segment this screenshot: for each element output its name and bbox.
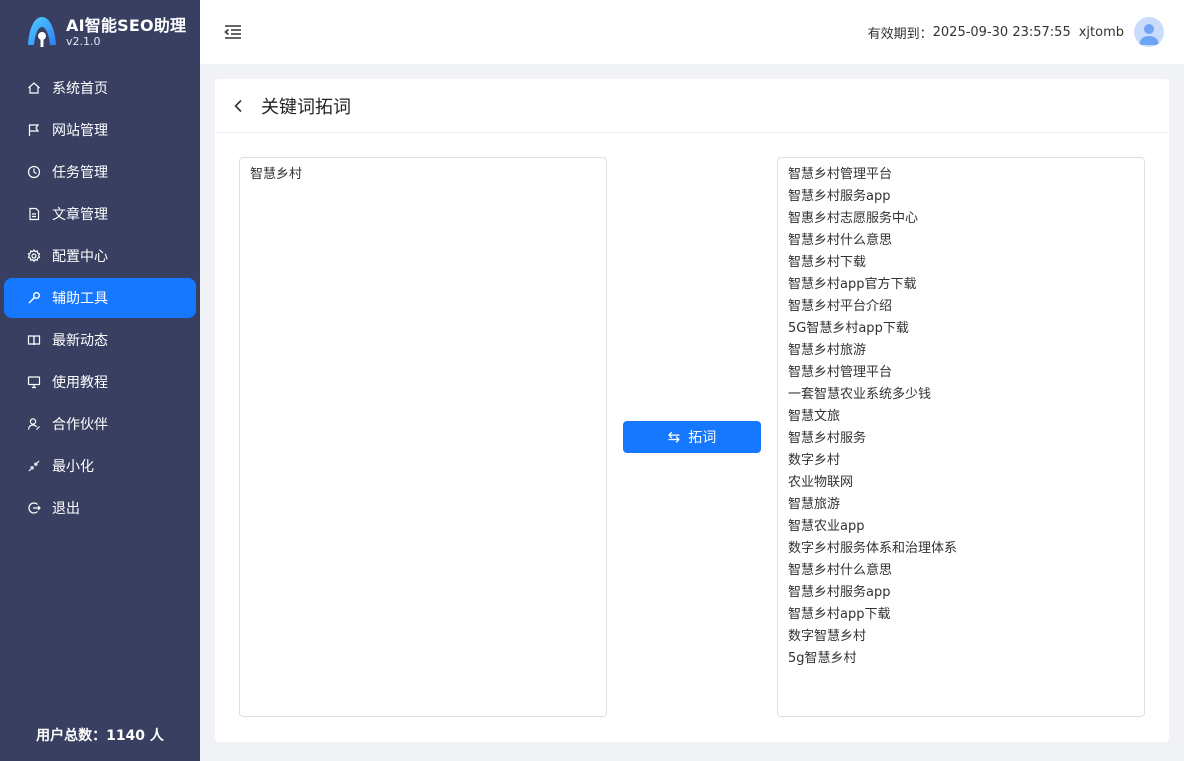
results-textarea[interactable]: 智慧乡村管理平台 智慧乡村服务app 智惠乡村志愿服务中心 智慧乡村什么意思 智慧乡村下… [777,157,1145,717]
input-text: 智慧乡村 [250,167,303,182]
result-keyword-line: 智慧乡村管理平台 [788,365,893,380]
sidebar-item-sites[interactable]: 网站管理 [4,110,196,150]
user-avatar-icon [1139,24,1159,45]
result-keyword-line: 5G智慧乡村app下载 [788,321,909,336]
sidebar-item-tutorial[interactable]: 使用教程 [4,362,196,402]
result-keyword-line: 智慧乡村app官方下载 [788,277,917,292]
logo-icon [24,15,60,51]
sidebar-item-label: 网站管理 [52,123,108,139]
back-arrow-icon[interactable] [233,99,247,113]
seed-keyword-input[interactable]: 智慧乡村 [239,157,607,717]
avatar[interactable] [1134,17,1164,47]
sidebar-item-label: 使用教程 [52,375,108,391]
sidebar-item-home[interactable]: 系统首页 [4,68,196,108]
page-title: 关键词拓词 [261,96,351,118]
sidebar-item-label: 辅助工具 [52,291,108,307]
sidebar-item-label: 合作伙伴 [52,417,108,433]
expiry-label: 有效期到： [867,26,933,42]
result-keyword-line: 智慧乡村服务app [788,189,891,204]
monitor-icon [26,374,42,390]
result-keyword-line: 智慧乡村旅游 [788,343,867,358]
home-icon [26,80,42,96]
document-icon [26,206,42,222]
sidebar-item-label: 配置中心 [52,249,108,265]
app-version: v2.1.0 [66,34,101,48]
sidebar-item-minimize[interactable]: 最小化 [4,446,196,486]
result-keyword-line: 智慧乡村管理平台 [788,167,893,182]
result-keyword-line: 智慧文旅 [788,409,841,424]
expand-keywords-button[interactable]: ⇆ 拓词 [623,421,761,453]
sidebar-item-label: 退出 [52,501,80,517]
logout-icon [26,500,42,516]
result-keyword-line: 智慧农业app [788,519,865,534]
clock-icon [26,164,42,180]
result-keyword-line: 智慧乡村下载 [788,255,867,270]
result-keyword-line: 数字乡村 [788,453,841,468]
gear-icon [26,248,42,264]
sidebar-item-tasks[interactable]: 任务管理 [4,152,196,192]
sidebar-item-news[interactable]: 最新动态 [4,320,196,360]
result-keyword-line: 智慧乡村服务 [788,431,867,446]
sidebar-item-label: 任务管理 [52,165,108,181]
logo: AI智能SEO助理 v2.1.0 [0,0,200,66]
sidebar-item-tools[interactable]: 辅助工具 [4,278,196,318]
sidebar-item-label: 系统首页 [52,81,108,97]
menu-toggle-icon[interactable] [224,24,242,40]
sidebar-item-label: 文章管理 [52,207,108,223]
sidebar-item-articles[interactable]: 文章管理 [4,194,196,234]
result-keyword-line: 一套智慧农业系统多少钱 [788,387,932,402]
keyword-expand-card: 关键词拓词 智慧乡村 ⇆ 拓词 智慧乡村管理平台 智慧乡村服务app 智惠乡村志愿服… [215,79,1169,742]
flag-icon [26,122,42,138]
card-header: 关键词拓词 [215,79,1169,133]
result-keyword-line: 智慧乡村平台介绍 [788,299,893,314]
sidebar-item-logout[interactable]: 退出 [4,488,196,528]
result-keyword-line: 5g智慧乡村 [788,651,857,666]
partner-icon [26,416,42,432]
sidebar-item-label: 最新动态 [52,333,108,349]
sidebar: AI智能SEO助理 v2.1.0 系统首页 网站管理 任务管理 文章管理 配置中… [0,0,200,761]
app-name: AI智能SEO助理 [66,16,187,36]
expand-button-label: 拓词 [688,430,717,446]
book-icon [26,332,42,348]
result-keyword-line: 数字智慧乡村 [788,629,867,644]
result-keyword-line: 智惠乡村志愿服务中心 [788,211,919,226]
result-keyword-line: 智慧乡村什么意思 [788,563,893,578]
expiry-value: 2025-09-30 23:57:55 [932,24,1071,40]
result-keyword-line: 智慧乡村什么意思 [788,233,893,248]
result-keyword-line: 农业物联网 [788,475,854,490]
swap-arrows-icon: ⇆ [667,428,681,446]
sidebar-item-partners[interactable]: 合作伙伴 [4,404,196,444]
result-keyword-line: 智慧乡村app下载 [788,607,891,622]
sidebar-item-config[interactable]: 配置中心 [4,236,196,276]
result-keyword-line: 数字乡村服务体系和治理体系 [788,541,958,556]
result-keyword-line: 智慧旅游 [788,497,841,512]
result-keyword-line: 智慧乡村服务app [788,585,891,600]
sidebar-item-label: 最小化 [52,459,94,475]
minimize-icon [26,458,42,474]
sidebar-menu: 系统首页 网站管理 任务管理 文章管理 配置中心 辅助工具 最新动态 使用教程 … [0,68,200,528]
wrench-icon [26,290,42,306]
username[interactable]: xjtomb [1079,25,1124,40]
top-header: 有效期到： 2025-09-30 23:57:55 xjtomb [200,0,1184,64]
user-total: 用户总数：1140 人 [36,728,164,744]
